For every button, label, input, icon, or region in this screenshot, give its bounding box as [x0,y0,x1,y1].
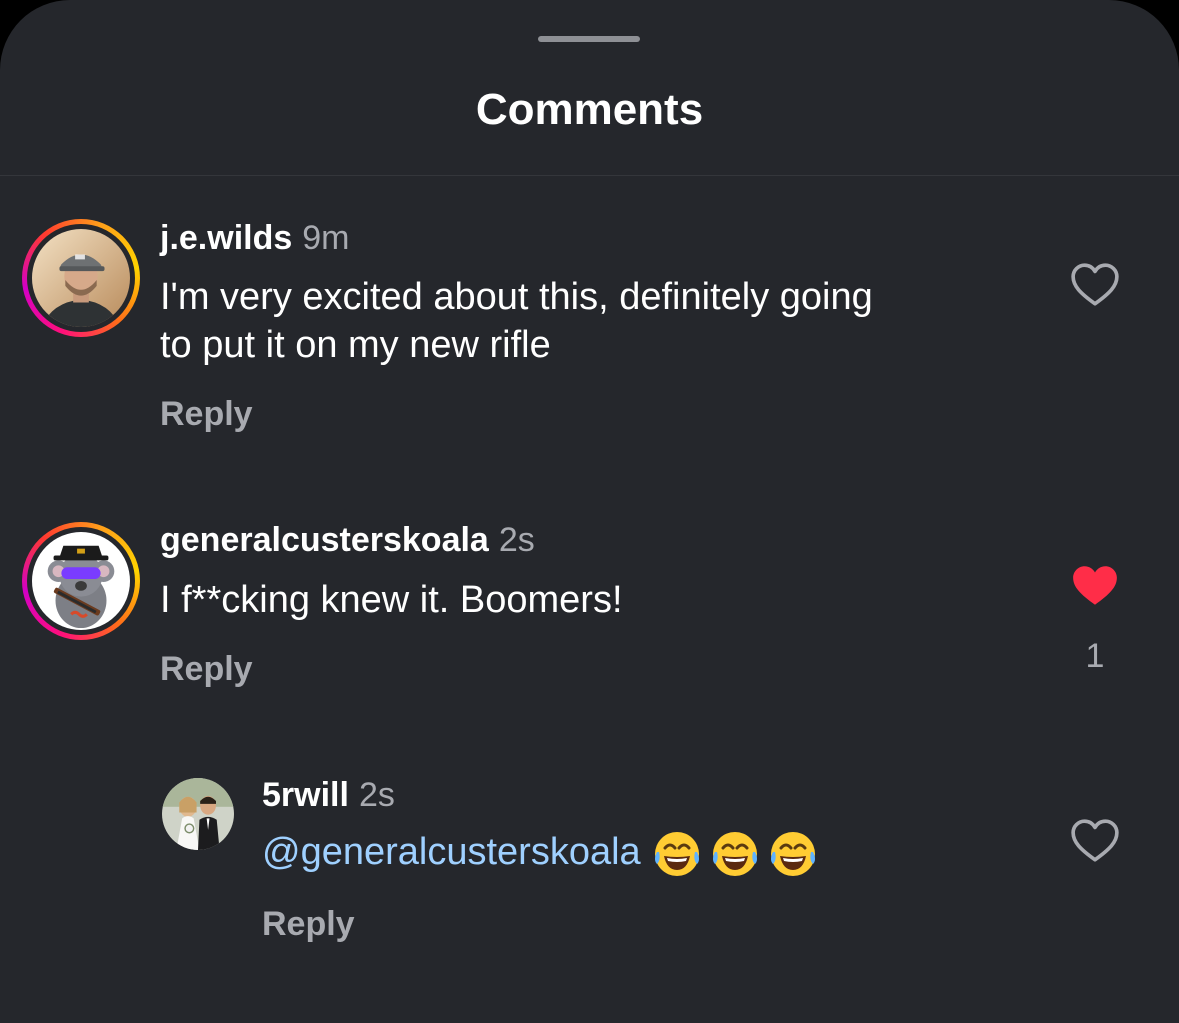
comments-sheet: Comments j.e.wilds 9m I'm very excited a… [0,0,1179,1023]
reply-button[interactable]: Reply [262,904,355,944]
face-with-tears-of-joy-icon [770,832,815,876]
face-with-tears-of-joy-icon [654,832,699,876]
heart-outline-icon [1071,819,1119,862]
wedding-couple-avatar-icon [162,778,234,850]
comment-timestamp: 2s [358,776,395,814]
comment-text: @generalcusterskoala [262,828,1042,880]
comment-username[interactable]: 5rwill [262,776,349,814]
like-button[interactable] [1070,818,1120,864]
comment-meta: 5rwill 2s [262,775,395,815]
face-with-tears-of-joy-icon [712,832,757,876]
reply-comment-item: 5rwill 2s @generalcusterskoala Reply [0,0,1179,960]
emoji-group [651,828,825,880]
mention-link[interactable]: @generalcusterskoala [262,831,641,873]
avatar[interactable] [162,778,234,850]
